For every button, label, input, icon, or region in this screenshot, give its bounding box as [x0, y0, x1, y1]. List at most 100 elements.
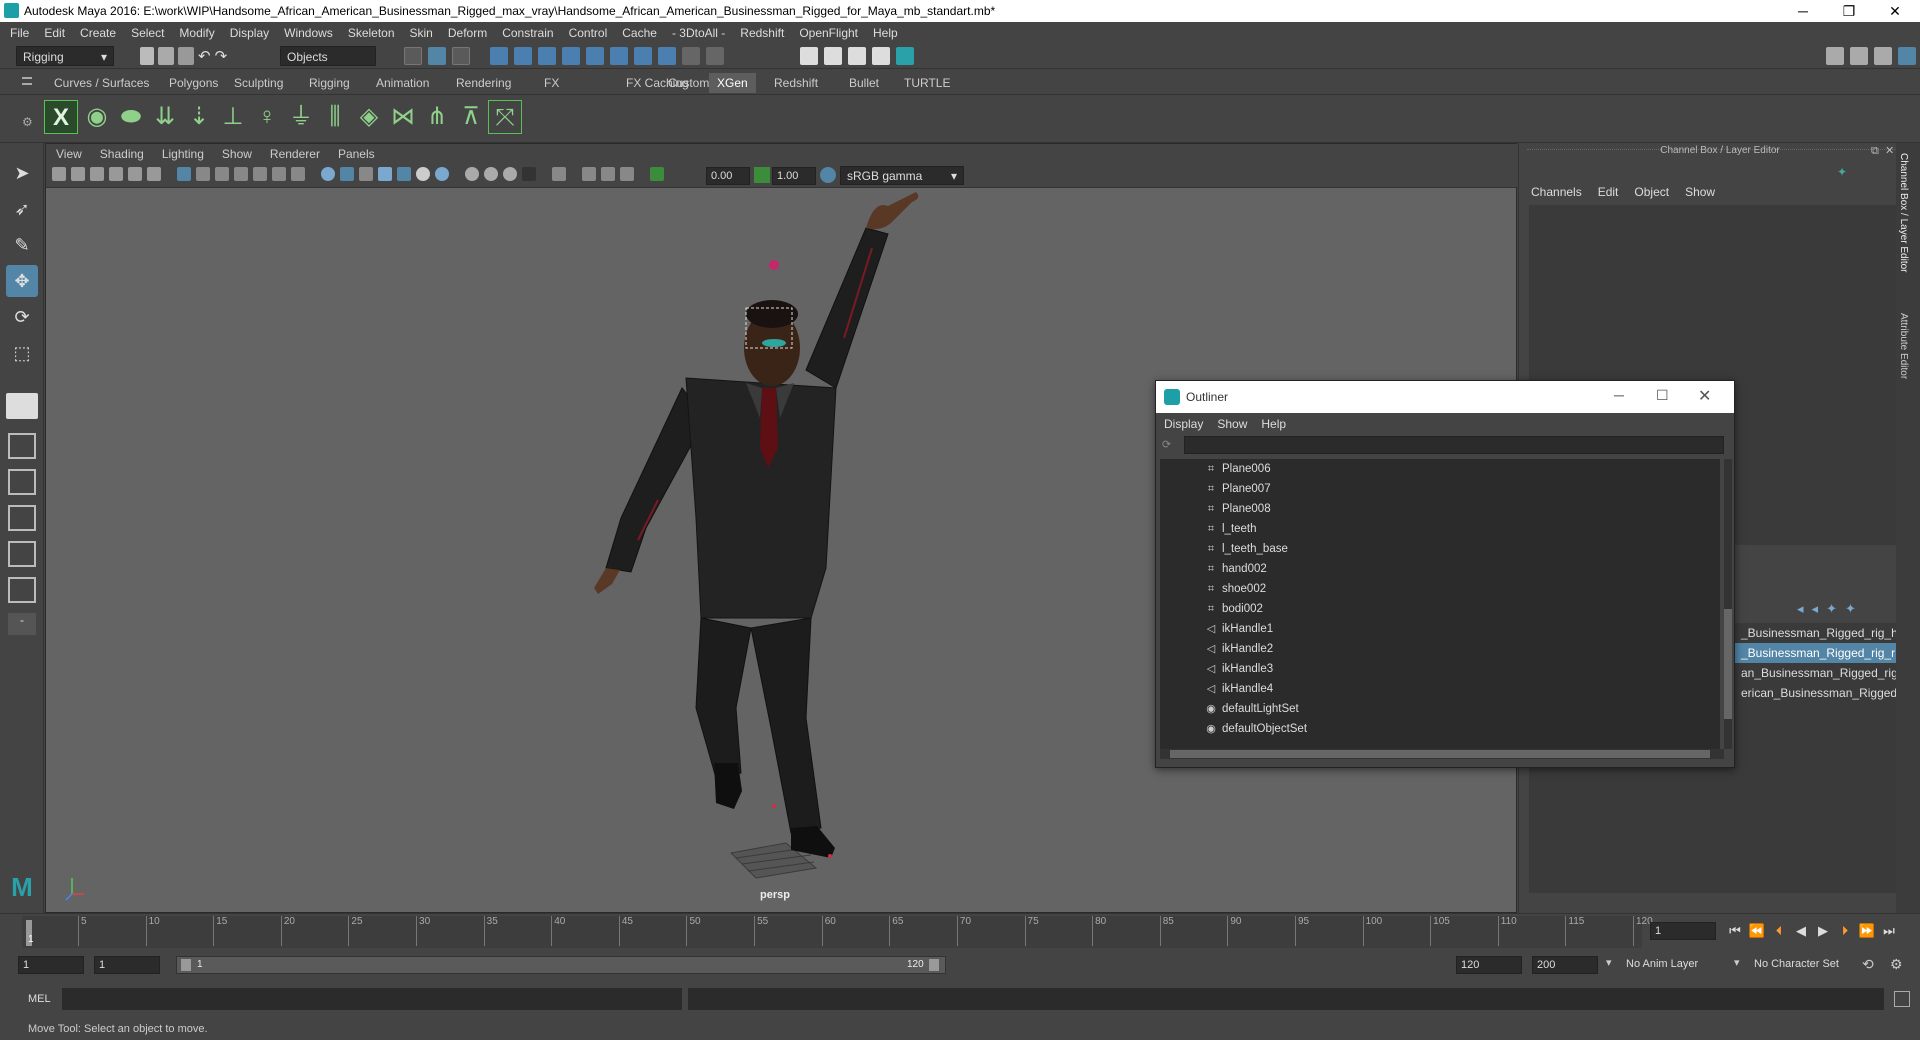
- grid-icon[interactable]: [177, 167, 191, 181]
- shelf-options-icon[interactable]: ⚙: [22, 115, 33, 129]
- four-view-layout-icon[interactable]: [8, 433, 36, 459]
- step-back-frame-icon[interactable]: ⏴: [1770, 922, 1788, 940]
- anim-layer-dropdown[interactable]: No Anim Layer: [1622, 956, 1740, 974]
- help-query-icon[interactable]: [658, 47, 676, 65]
- snap-live-icon[interactable]: [586, 47, 604, 65]
- shelf-tab-polygons[interactable]: Polygons: [161, 73, 226, 93]
- field-chart-icon[interactable]: [253, 167, 267, 181]
- close-panel-icon[interactable]: ✕: [1885, 144, 1894, 157]
- redo-icon[interactable]: ↷: [215, 47, 228, 65]
- auto-key-icon[interactable]: ⟲: [1862, 956, 1874, 973]
- single-perspective-layout-icon[interactable]: [6, 393, 38, 419]
- xray-joints-icon[interactable]: [582, 167, 596, 181]
- hypershade-icon[interactable]: [896, 47, 914, 65]
- go-to-start-icon[interactable]: ⏮: [1726, 922, 1744, 940]
- range-slider[interactable]: 1 120: [176, 956, 946, 974]
- channel-box-menu-edit[interactable]: Edit: [1598, 185, 1619, 199]
- outliner-item[interactable]: ⌗ Plane006: [1160, 459, 1720, 479]
- command-input[interactable]: [62, 988, 682, 1010]
- render-settings-icon[interactable]: [872, 47, 890, 65]
- shelf-tab-rendering[interactable]: Rendering: [448, 73, 519, 93]
- minimize-button[interactable]: ─: [1780, 0, 1826, 22]
- mel-label[interactable]: MEL: [28, 993, 51, 1005]
- time-ruler[interactable]: 1 5 10 15 20 25 30 35 40 45 50 55 60 65 70 75 80 85 90 95 1…: [22, 916, 1653, 948]
- range-end-handle[interactable]: [929, 959, 939, 971]
- outliner-close-button[interactable]: ✕: [1698, 386, 1711, 406]
- screen-space-ao-icon[interactable]: [435, 167, 449, 181]
- camera-select-icon[interactable]: [52, 167, 66, 181]
- xgen-bend-icon[interactable]: ⋈: [386, 100, 420, 134]
- menu-set-dropdown[interactable]: Rigging ▾: [16, 46, 114, 66]
- graph-layout-icon[interactable]: [8, 541, 36, 567]
- paint-select-tool-icon[interactable]: ✎: [6, 229, 38, 261]
- outliner-search-field[interactable]: [1184, 436, 1724, 454]
- shelf-tab-redshift[interactable]: Redshift: [766, 73, 826, 93]
- channel-box-side-tab[interactable]: Channel Box / Layer Editor: [1898, 153, 1909, 273]
- new-layer-icon[interactable]: ✦: [1826, 601, 1837, 617]
- businessman-character[interactable]: [594, 192, 919, 858]
- grease-pencil-icon[interactable]: [147, 167, 161, 181]
- outliner-item[interactable]: ◉ defaultObjectSet: [1160, 719, 1720, 739]
- character-set-chevron-icon[interactable]: ▾: [1734, 956, 1740, 969]
- range-start-handle[interactable]: [181, 959, 191, 971]
- menu-constrain[interactable]: Constrain: [502, 26, 553, 40]
- viewport-menu-panels[interactable]: Panels: [338, 147, 375, 161]
- channel-box-menu-channels[interactable]: Channels: [1531, 185, 1582, 199]
- modeling-toolkit-icon[interactable]: [1826, 47, 1844, 65]
- rotate-tool-icon[interactable]: ⟳: [6, 301, 38, 333]
- menu-select[interactable]: Select: [131, 26, 164, 40]
- select-hierarchy-icon[interactable]: [404, 47, 422, 65]
- lasso-tool-icon[interactable]: ➶: [6, 193, 38, 225]
- snap-view-plane-icon[interactable]: [562, 47, 580, 65]
- outliner-item[interactable]: ⌗ l_teeth: [1160, 519, 1720, 539]
- xgen-guide-to-curve-icon[interactable]: ⤧: [488, 100, 522, 134]
- snap-grid-icon[interactable]: [490, 47, 508, 65]
- film-gate-icon[interactable]: [196, 167, 210, 181]
- two-side-layout-icon[interactable]: [8, 469, 36, 495]
- outliner-item[interactable]: ⌗ Plane007: [1160, 479, 1720, 499]
- textured-icon[interactable]: [378, 167, 392, 181]
- menu-modify[interactable]: Modify: [179, 26, 214, 40]
- xgen-lock-guide-icon[interactable]: ⏚: [284, 100, 318, 134]
- open-scene-icon[interactable]: [158, 47, 174, 65]
- restore-button[interactable]: ❐: [1826, 0, 1872, 22]
- backface-culling-icon[interactable]: [620, 167, 634, 181]
- move-layer-down-icon[interactable]: ◂: [1812, 601, 1819, 617]
- menu-control[interactable]: Control: [569, 26, 608, 40]
- outliner-item[interactable]: ⌗ shoe002: [1160, 579, 1720, 599]
- outliner-vscroll-thumb[interactable]: [1724, 609, 1732, 719]
- outliner-menu-show[interactable]: Show: [1217, 417, 1247, 431]
- channel-box-menu-show[interactable]: Show: [1685, 185, 1715, 199]
- animation-start-field[interactable]: 1: [18, 956, 84, 974]
- render-view-icon[interactable]: [800, 47, 818, 65]
- channel-box-mode-icon[interactable]: ✦: [1837, 165, 1851, 179]
- menu-openflight[interactable]: OpenFlight: [799, 26, 858, 40]
- outliner-menu-display[interactable]: Display: [1164, 417, 1203, 431]
- outliner-minimize-button[interactable]: ─: [1614, 387, 1624, 403]
- outliner-maximize-button[interactable]: ☐: [1656, 387, 1669, 404]
- outliner-item[interactable]: ◉ defaultLightSet: [1160, 699, 1720, 719]
- isolate-select-icon[interactable]: [552, 167, 566, 181]
- shelf-tab-animation[interactable]: Animation: [368, 73, 437, 93]
- anim-layer-chevron-icon[interactable]: ▾: [1606, 956, 1612, 969]
- outliner-filter-icon[interactable]: ⟳: [1162, 438, 1176, 452]
- animation-end-field[interactable]: 200: [1532, 956, 1598, 974]
- outliner-item[interactable]: ◁ ikHandle4: [1160, 679, 1720, 699]
- gamma-icon[interactable]: [754, 167, 770, 183]
- xray-active-components-icon[interactable]: [601, 167, 615, 181]
- shelf-tab-sculpting[interactable]: Sculpting: [226, 73, 291, 93]
- selection-mode-dropdown[interactable]: Objects: [280, 46, 376, 66]
- menu-cache[interactable]: Cache: [622, 26, 657, 40]
- xgen-select-guide-icon[interactable]: ♀: [250, 100, 284, 134]
- viewport-menu-renderer[interactable]: Renderer: [270, 147, 320, 161]
- outliner-item[interactable]: ◁ ikHandle3: [1160, 659, 1720, 679]
- go-to-end-icon[interactable]: ⏭: [1880, 922, 1898, 940]
- script-editor-icon[interactable]: [1894, 991, 1910, 1007]
- xgen-hair-icon[interactable]: ⋔: [420, 100, 454, 134]
- exposure-icon[interactable]: [650, 167, 664, 181]
- wireframe-icon[interactable]: [321, 167, 335, 181]
- render-current-icon[interactable]: [824, 47, 842, 65]
- outliner-item[interactable]: ⌗ l_teeth_base: [1160, 539, 1720, 559]
- select-tool-icon[interactable]: ➤: [6, 157, 38, 189]
- ipr-render-icon[interactable]: [848, 47, 866, 65]
